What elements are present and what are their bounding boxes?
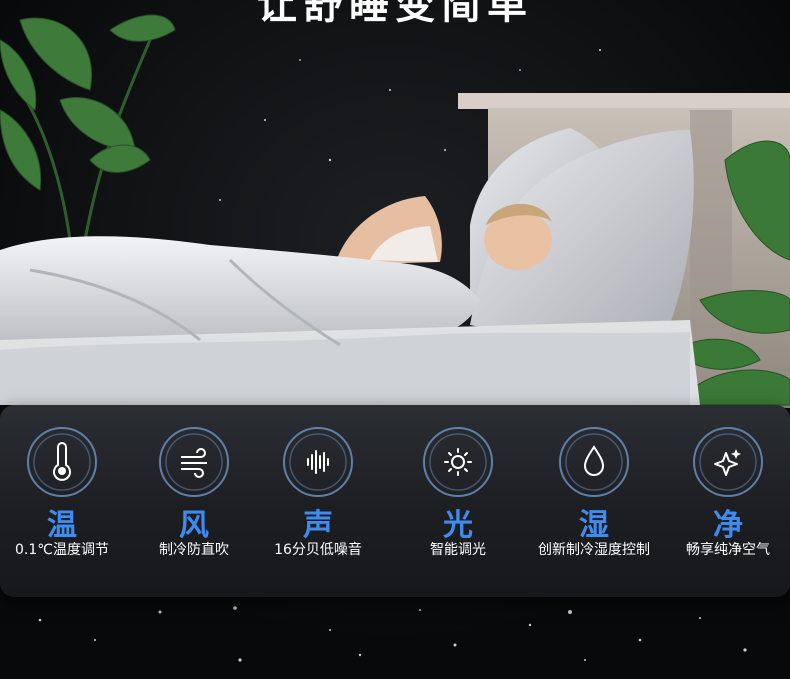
product-banner: 让舒睡变简单 温 0.1℃温度调节 风 制冷防直吹 声 16分贝低噪音 光 智能… [0, 0, 790, 679]
feature-description: 畅享纯净空气 [686, 542, 770, 558]
feature-purify: 净 畅享纯净空气 [658, 405, 790, 597]
feature-humidity: 湿 创新制冷湿度控制 [524, 405, 664, 597]
water-drop-icon [559, 427, 629, 497]
feature-title: 风 [179, 508, 209, 543]
feature-title: 光 [443, 508, 473, 543]
feature-title: 净 [713, 508, 743, 543]
features-panel: 温 0.1℃温度调节 风 制冷防直吹 声 16分贝低噪音 光 智能调光 湿 创新… [0, 405, 790, 597]
wind-icon [159, 427, 229, 497]
sun-icon [423, 427, 493, 497]
feature-title: 声 [303, 508, 333, 543]
feature-wind: 风 制冷防直吹 [124, 405, 264, 597]
feature-title: 湿 [579, 508, 609, 543]
thermometer-icon [27, 427, 97, 497]
feature-description: 16分贝低噪音 [274, 542, 362, 558]
feature-title: 温 [47, 508, 77, 543]
sparkle-icon [693, 427, 763, 497]
feature-sound: 声 16分贝低噪音 [248, 405, 388, 597]
page-headline: 让舒睡变简单 [257, 0, 533, 28]
feature-light: 光 智能调光 [388, 405, 528, 597]
sound-wave-icon [283, 427, 353, 497]
feature-temperature: 温 0.1℃温度调节 [0, 405, 132, 597]
